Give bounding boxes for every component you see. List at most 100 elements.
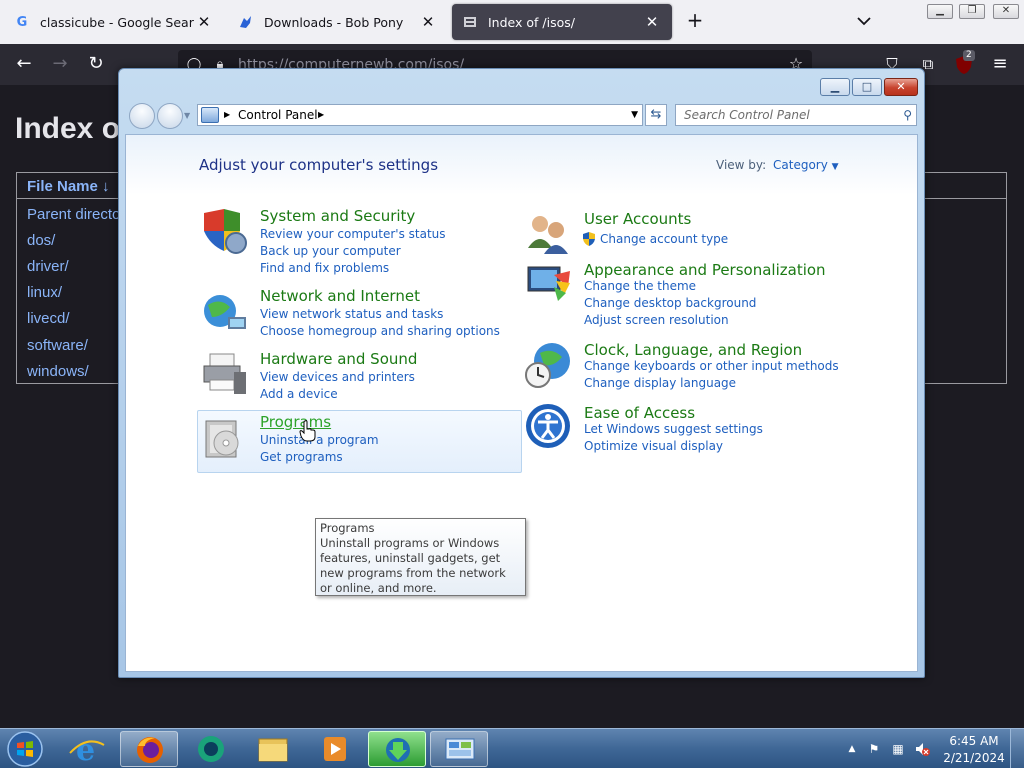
breadcrumb-arrow-icon[interactable]: ▶ <box>318 105 324 125</box>
breadcrumb-control-panel[interactable]: Control Panel <box>238 105 318 125</box>
show-hidden-icons-icon[interactable]: ▲ <box>844 741 860 757</box>
clock-time[interactable]: 6:45 AM <box>944 734 1004 748</box>
clock-globe-icon <box>524 341 574 391</box>
show-desktop-button[interactable] <box>1010 729 1024 768</box>
category-title[interactable]: Clock, Language, and Region <box>584 341 802 359</box>
category-link[interactable]: Choose homegroup and sharing options <box>260 324 500 338</box>
tooltip-body: Uninstall programs or Windows features, … <box>320 536 506 595</box>
globe-network-icon <box>200 287 250 337</box>
uac-shield-icon <box>582 232 596 246</box>
server-icon <box>462 14 478 30</box>
tab-bob-pony[interactable]: Downloads - Bob Pony ✕ <box>228 4 448 40</box>
clock-date[interactable]: 2/21/2024 <box>940 751 1008 765</box>
category-title[interactable]: Appearance and Personalization <box>584 261 826 279</box>
cp-address-bar[interactable]: ▶ Control Panel ▶ ▼ <box>197 104 643 126</box>
category-link[interactable]: Get programs <box>260 450 343 464</box>
category-link[interactable]: Change display language <box>584 376 736 390</box>
tab-title: classicube - Google Search <box>40 14 194 30</box>
volume-muted-icon[interactable] <box>914 741 930 757</box>
recent-pages-dropdown-icon[interactable]: ▼ <box>184 111 190 120</box>
cp-refresh-button[interactable]: ⇆ <box>645 104 667 126</box>
reload-icon[interactable]: ↻ <box>85 54 107 76</box>
search-icon[interactable]: ⚲ <box>903 105 912 125</box>
category-link[interactable]: Find and fix problems <box>260 261 389 275</box>
network-icon[interactable]: ▦ <box>890 741 906 757</box>
close-tab-icon[interactable]: ✕ <box>418 13 438 31</box>
category-title[interactable]: User Accounts <box>584 210 691 228</box>
monitor-paint-icon <box>524 261 574 311</box>
cp-maximize-button[interactable]: □ <box>852 78 882 96</box>
menu-icon[interactable]: ≡ <box>989 54 1011 76</box>
breadcrumb-arrow-icon[interactable]: ▶ <box>224 105 230 125</box>
category-link[interactable]: Change desktop background <box>584 296 756 310</box>
tooltip-title: Programs <box>320 521 375 535</box>
category-link[interactable]: Adjust screen resolution <box>584 313 729 327</box>
start-button[interactable] <box>5 730 45 768</box>
category-title[interactable]: Ease of Access <box>584 404 695 422</box>
category-link[interactable]: Change account type <box>600 232 728 246</box>
category-title[interactable]: Network and Internet <box>260 287 420 305</box>
svg-text:e: e <box>76 733 95 767</box>
category-link[interactable]: Uninstall a program <box>260 433 379 447</box>
view-by-label: View by: <box>716 158 767 172</box>
control-panel-icon <box>201 107 219 123</box>
category-link[interactable]: Change keyboards or other input methods <box>584 359 839 373</box>
media-player-icon[interactable] <box>306 731 364 767</box>
download-manager-icon[interactable] <box>368 731 426 767</box>
internet-explorer-icon[interactable]: e <box>58 731 116 768</box>
file-explorer-icon[interactable] <box>244 731 302 767</box>
ublock-icon[interactable]: 2 <box>953 50 975 76</box>
category-link[interactable]: View devices and printers <box>260 370 415 384</box>
close-button[interactable]: ✕ <box>993 4 1019 19</box>
file-link[interactable]: linux/ <box>27 284 62 301</box>
view-by-dropdown[interactable]: Category ▼ <box>773 158 839 172</box>
file-link[interactable]: software/ <box>27 337 88 354</box>
cp-search-input[interactable]: Search Control Panel ⚲ <box>675 104 917 126</box>
tab-list-chevron-icon[interactable] <box>852 10 876 32</box>
tab-title: Index of /isos/ <box>488 14 575 30</box>
category-title[interactable]: Programs <box>260 413 331 431</box>
extension-badge: 2 <box>963 50 975 61</box>
category-link[interactable]: Add a device <box>260 387 338 401</box>
cp-back-button[interactable] <box>129 103 155 129</box>
programs-tooltip: Programs Uninstall programs or Windows f… <box>315 518 526 596</box>
category-link[interactable]: Back up your computer <box>260 244 401 258</box>
close-tab-icon[interactable]: ✕ <box>194 13 214 31</box>
category-title[interactable]: System and Security <box>260 207 415 225</box>
control-panel-icon[interactable] <box>430 731 488 767</box>
close-tab-icon[interactable]: ✕ <box>642 13 662 31</box>
programs-box-icon <box>200 413 250 463</box>
file-name-column-header[interactable]: File Name ↓ <box>27 178 110 195</box>
back-icon[interactable]: ← <box>13 54 35 76</box>
cp-forward-button[interactable] <box>157 103 183 129</box>
forward-icon[interactable]: → <box>49 54 71 76</box>
minimize-button[interactable]: ▁ <box>927 4 953 19</box>
new-tab-button[interactable]: + <box>684 10 706 32</box>
file-link[interactable]: dos/ <box>27 232 55 249</box>
file-link[interactable]: livecd/ <box>27 310 70 327</box>
category-link[interactable]: View network status and tasks <box>260 307 443 321</box>
tab-index-isos[interactable]: Index of /isos/ ✕ <box>452 4 672 40</box>
cp-minimize-button[interactable]: ▁ <box>820 78 850 96</box>
category-link[interactable]: Let Windows suggest settings <box>584 422 763 436</box>
file-link[interactable]: windows/ <box>27 363 89 380</box>
category-title[interactable]: Hardware and Sound <box>260 350 417 368</box>
category-link[interactable]: Optimize visual display <box>584 439 723 453</box>
printer-icon <box>200 350 250 400</box>
action-center-flag-icon[interactable]: ⚑ <box>866 741 882 757</box>
restore-button[interactable]: ❐ <box>959 4 985 19</box>
tab-google-search[interactable]: G classicube - Google Search ✕ <box>4 4 224 40</box>
cp-close-button[interactable]: ✕ <box>884 78 918 96</box>
firefox-icon[interactable] <box>120 731 178 767</box>
file-link[interactable]: driver/ <box>27 258 69 275</box>
category-link[interactable]: Change the theme <box>584 279 696 293</box>
search-placeholder: Search Control Panel <box>684 108 810 122</box>
control-panel-window[interactable]: ▁ □ ✕ ▼ ▶ Control Panel ▶ ▼ ⇆ Search Con… <box>118 68 925 678</box>
category-link[interactable]: Review your computer's status <box>260 227 446 241</box>
file-link[interactable]: Parent directo <box>27 206 120 223</box>
taskbar: e ▲ ⚑ ▦ 6:45 AM 2/21/2024 <box>0 728 1024 768</box>
browser-icon[interactable] <box>182 731 240 767</box>
shield-icon <box>200 207 250 257</box>
address-dropdown-icon[interactable]: ▼ <box>631 105 638 125</box>
page-heading: Index o <box>15 112 121 145</box>
